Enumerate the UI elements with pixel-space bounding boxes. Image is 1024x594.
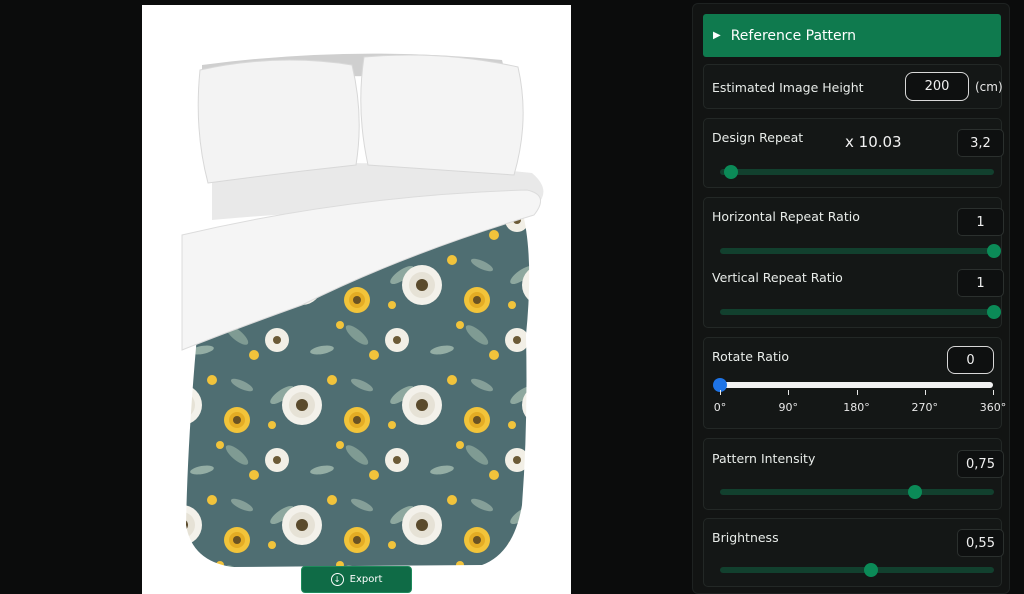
pattern-intensity-input[interactable]: 0,75 [957, 450, 1004, 478]
rotate-input[interactable]: 0 [947, 346, 994, 374]
bed-preview-image [181, 53, 544, 567]
vertical-repeat-thumb[interactable] [987, 305, 1001, 319]
rotate-tick-label: 270° [911, 401, 939, 414]
export-button[interactable]: ↓ Export [301, 566, 412, 593]
rotate-tick [924, 390, 926, 395]
brightness-input[interactable]: 0,55 [957, 529, 1004, 557]
horizontal-repeat-slider[interactable] [720, 244, 1001, 258]
vertical-repeat-input[interactable]: 1 [957, 269, 1004, 297]
pattern-intensity-card: Pattern Intensity 0,75 [703, 438, 1004, 510]
brightness-label: Brightness [712, 530, 779, 545]
pattern-intensity-slider[interactable] [720, 485, 994, 499]
brightness-card: Brightness 0,55 [703, 518, 1004, 587]
image-height-input[interactable]: 200 [905, 72, 969, 101]
design-repeat-thumb[interactable] [723, 165, 738, 179]
design-repeat-slider[interactable] [720, 165, 994, 179]
design-repeat-card: Design Repeat x 10.03 3,2 [703, 118, 1004, 188]
rotate-tick-label: 0° [713, 401, 727, 414]
play-triangle-icon: ▶ [713, 30, 721, 41]
settings-panel: ▶ Reference Pattern Estimated Image Heig… [692, 3, 1010, 594]
reference-pattern-button[interactable]: ▶ Reference Pattern [703, 14, 1001, 57]
brightness-slider[interactable] [720, 563, 994, 577]
design-repeat-multiplier: x 10.03 [845, 133, 902, 151]
image-height-label: Estimated Image Height [712, 80, 864, 95]
vertical-repeat-slider[interactable] [720, 305, 1001, 319]
vertical-repeat-label: Vertical Repeat Ratio [712, 270, 843, 285]
horizontal-repeat-thumb[interactable] [987, 244, 1001, 258]
horizontal-repeat-input[interactable]: 1 [957, 208, 1004, 236]
repeat-ratio-card: Horizontal Repeat Ratio 1 Vertical Repea… [703, 197, 1004, 328]
pattern-intensity-thumb[interactable] [907, 485, 922, 499]
horizontal-repeat-label: Horizontal Repeat Ratio [712, 209, 860, 224]
rotate-tick [993, 390, 994, 395]
rotate-tick-label: 360° [979, 401, 1007, 414]
brightness-thumb[interactable] [863, 563, 878, 577]
preview-canvas [142, 5, 571, 594]
rotate-tick [720, 390, 721, 395]
rotate-tick [856, 390, 858, 395]
design-repeat-label: Design Repeat [712, 130, 804, 145]
rotate-card: Rotate Ratio 0 0° 90° 180° 270° 360° [703, 337, 1006, 429]
rotate-slider[interactable] [713, 378, 993, 392]
rotate-tick-label: 180° [843, 401, 870, 414]
rotate-label: Rotate Ratio [712, 349, 789, 364]
rotate-tick-label: 90° [778, 401, 799, 414]
download-icon: ↓ [330, 573, 344, 586]
image-height-unit: (cm) [975, 80, 1003, 94]
app-root: ↓ Export ▶ Reference Pattern Estimated I… [0, 0, 1024, 594]
pattern-intensity-label: Pattern Intensity [712, 451, 816, 466]
rotate-tick [788, 390, 790, 395]
export-label: Export [349, 574, 383, 585]
image-height-card: Estimated Image Height 200 (cm) [703, 64, 1003, 109]
design-repeat-input[interactable]: 3,2 [957, 129, 1004, 157]
reference-pattern-label: Reference Pattern [730, 27, 857, 44]
